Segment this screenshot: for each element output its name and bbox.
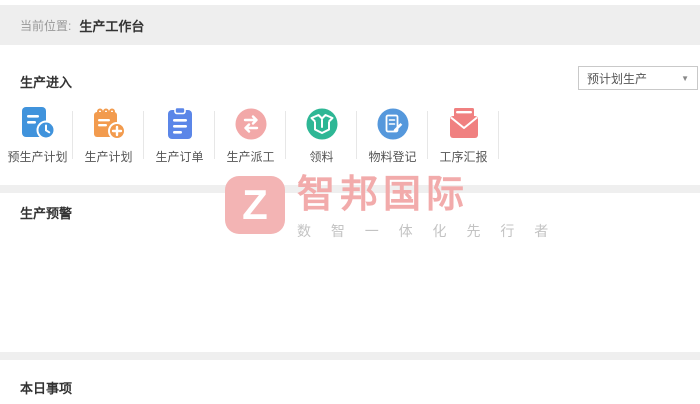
entry-item-label: 预生产计划 <box>7 150 68 164</box>
transfer-arrows-icon <box>233 105 269 143</box>
section-divider <box>0 185 700 193</box>
entry-item-label: 领料 <box>309 150 334 164</box>
entry-shortcut-row: 预生产计划 生产计划 生产订单 生产派工 领料 物料登记 工序汇报 <box>2 105 499 165</box>
entry-item-production-dispatch[interactable]: 生产派工 <box>215 105 286 165</box>
entry-item-production-plan[interactable]: 生产计划 <box>73 105 144 165</box>
entry-item-label: 生产派工 <box>226 150 275 164</box>
production-type-select[interactable]: 预计划生产 ▼ <box>578 66 698 90</box>
section-title-today-items: 本日事项 <box>20 381 73 396</box>
today-items-section: 本日事项 <box>0 360 700 404</box>
open-box-icon <box>304 105 340 143</box>
envelope-icon <box>445 105 483 143</box>
clipboard-icon <box>162 105 198 143</box>
entry-item-process-report[interactable]: 工序汇报 <box>428 105 499 165</box>
section-divider <box>0 352 700 360</box>
breadcrumb: 当前位置: 生产工作台 <box>0 5 700 45</box>
production-warning-section: 生产预警 正常 设备状况 正常 人员状况 0 临近交货⚙ 0 生产超期 <box>0 193 700 404</box>
document-pen-icon <box>375 105 411 143</box>
section-title-production-entry: 生产进入 <box>20 75 73 90</box>
entry-item-material-register[interactable]: 物料登记 <box>357 105 428 165</box>
entry-item-label: 生产计划 <box>84 150 133 164</box>
entry-item-label: 工序汇报 <box>439 150 488 164</box>
notebook-plus-icon <box>90 105 128 143</box>
breadcrumb-prefix: 当前位置: <box>20 18 72 33</box>
entry-item-production-order[interactable]: 生产订单 <box>144 105 215 165</box>
entry-item-pre-production-plan[interactable]: 预生产计划 <box>2 105 73 165</box>
entry-item-label: 物料登记 <box>368 150 417 164</box>
document-clock-icon <box>19 105 57 143</box>
breadcrumb-current-page: 生产工作台 <box>79 18 145 34</box>
section-title-production-warning: 生产预警 <box>20 206 73 221</box>
entry-item-label: 生产订单 <box>155 150 204 164</box>
production-entry-section: 生产进入 预计划生产 ▼ 预生产计划 生产计划 生产订单 生产派工 领料 物料登… <box>0 45 700 185</box>
entry-item-material-picking[interactable]: 领料 <box>286 105 357 165</box>
chevron-down-icon: ▼ <box>681 73 689 83</box>
select-value: 预计划生产 <box>587 71 648 86</box>
